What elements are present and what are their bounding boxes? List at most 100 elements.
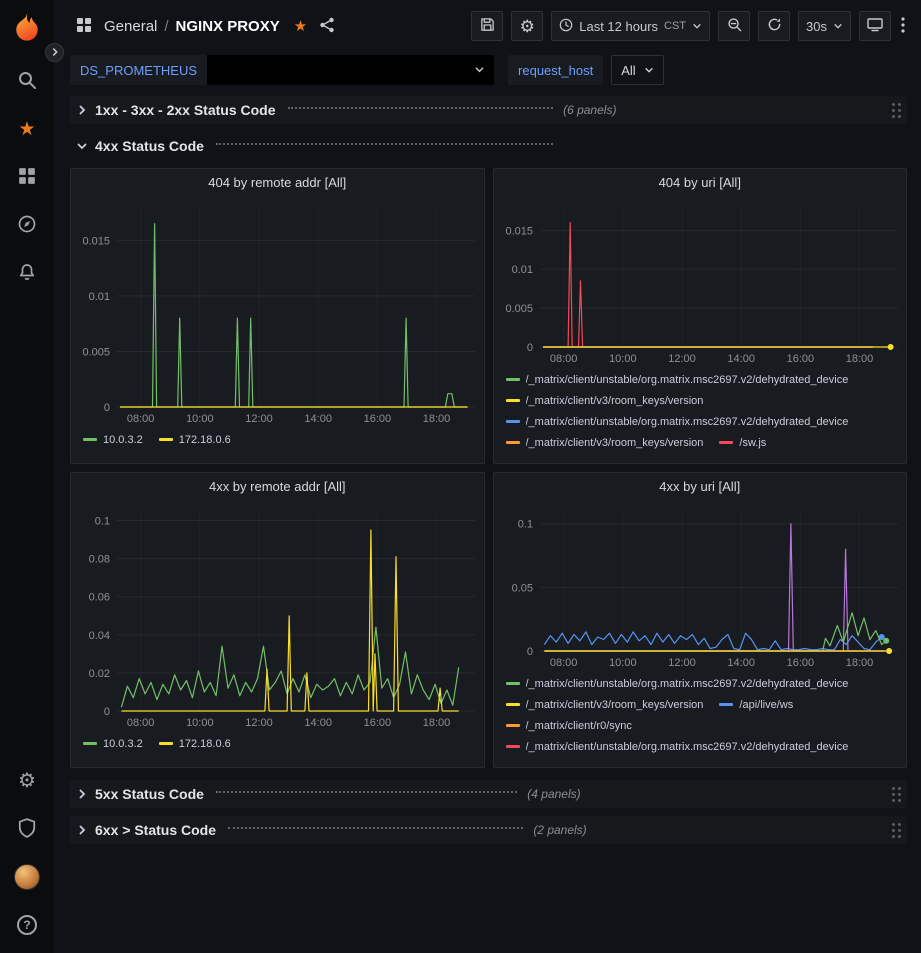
panel-title[interactable]: 4xx by uri [All] <box>494 473 907 501</box>
bell-icon <box>17 262 37 285</box>
legend-item[interactable]: 172.18.0.6 <box>159 429 231 450</box>
panel-title[interactable]: 404 by uri [All] <box>494 169 907 197</box>
legend-item[interactable]: /_matrix/client/r0/sync <box>506 715 632 736</box>
legend-label: 10.0.3.2 <box>103 434 143 446</box>
page-title[interactable]: NGINX PROXY <box>176 18 280 35</box>
svg-text:0.02: 0.02 <box>89 668 110 680</box>
time-range-picker[interactable]: Last 12 hours CST <box>551 11 710 41</box>
breadcrumb-section[interactable]: General <box>104 18 157 35</box>
legend-color-swatch <box>506 745 520 748</box>
sidebar: ★ ⚙ <box>0 0 54 953</box>
row-drag-handle[interactable] <box>892 787 901 802</box>
variables-submenu: DS_PROMETHEUS request_host All <box>54 52 921 88</box>
explore-nav-button[interactable] <box>7 205 47 245</box>
zoom-out-button[interactable] <box>718 11 750 41</box>
row-drag-handle[interactable] <box>892 823 901 838</box>
svg-text:12:00: 12:00 <box>668 353 696 365</box>
legend-label: 10.0.3.2 <box>103 738 143 750</box>
sidebar-expand-button[interactable] <box>45 43 64 62</box>
legend-item[interactable]: /_matrix/client/v3/room_keys/version <box>506 432 704 453</box>
timeseries-chart[interactable]: 00.0050.010.01508:0010:0012:0014:0016:00… <box>494 197 906 367</box>
timeseries-chart[interactable]: 00.050.108:0010:0012:0014:0016:0018:00 <box>494 501 906 671</box>
alerting-nav-button[interactable] <box>7 253 47 293</box>
cycle-view-button[interactable] <box>859 11 891 41</box>
legend-item[interactable]: /_matrix/client/v3/room_keys/version <box>506 694 704 715</box>
panel-title[interactable]: 404 by remote addr [All] <box>71 169 484 197</box>
row-title: 5xx Status Code <box>95 786 204 802</box>
legend-item[interactable]: /_matrix/client/unstable/org.matrix.msc2… <box>506 369 849 390</box>
row-header-1xx-3xx-2xx[interactable]: 1xx - 3xx - 2xx Status Code (6 panels) <box>70 96 907 124</box>
legend-item[interactable]: /api/live/ws <box>719 694 793 715</box>
row-panel-count: (6 panels) <box>563 103 616 117</box>
row-panel-count: (4 panels) <box>527 787 580 801</box>
svg-text:18:00: 18:00 <box>423 717 451 729</box>
legend-item[interactable]: /_matrix/client/unstable/org.matrix.msc2… <box>506 673 849 694</box>
breadcrumb: General / NGINX PROXY <box>104 18 280 35</box>
row-header-6xx[interactable]: 6xx > Status Code (2 panels) <box>70 816 907 844</box>
favorite-star-icon[interactable]: ★ <box>294 19 307 34</box>
row-header-5xx[interactable]: 5xx Status Code (4 panels) <box>70 780 907 808</box>
legend-item[interactable]: /_matrix/client/unstable/org.matrix.msc2… <box>506 411 849 432</box>
row-dots-filler <box>228 827 523 829</box>
legend-item[interactable]: /sw.js <box>719 432 766 453</box>
svg-text:12:00: 12:00 <box>245 413 273 425</box>
configuration-nav-button[interactable]: ⚙ <box>7 761 47 801</box>
refresh-button[interactable] <box>758 11 790 41</box>
timeseries-chart[interactable]: 00.0050.010.01508:0010:0012:0014:0016:00… <box>71 197 483 427</box>
svg-text:0: 0 <box>104 402 110 414</box>
request-host-variable-select[interactable]: All <box>611 55 663 85</box>
svg-text:08:00: 08:00 <box>127 717 155 729</box>
legend-item[interactable]: 172.18.0.6 <box>159 733 231 754</box>
svg-text:14:00: 14:00 <box>727 353 755 365</box>
search-nav-button[interactable] <box>7 61 47 101</box>
refresh-icon <box>767 17 782 35</box>
legend-color-swatch <box>719 441 733 444</box>
refresh-interval-picker[interactable]: 30s <box>798 11 851 41</box>
svg-text:18:00: 18:00 <box>423 413 451 425</box>
user-profile-button[interactable] <box>7 857 47 897</box>
avatar <box>14 864 40 890</box>
panel-title[interactable]: 4xx by remote addr [All] <box>71 473 484 501</box>
more-options-button[interactable] <box>899 15 907 38</box>
apps-grid-icon <box>76 17 92 36</box>
datasource-variable-select[interactable] <box>207 55 494 85</box>
row-title: 4xx Status Code <box>95 138 204 154</box>
svg-text:16:00: 16:00 <box>786 353 814 365</box>
help-nav-button[interactable]: ? <box>7 905 47 945</box>
server-admin-nav-button[interactable] <box>7 809 47 849</box>
legend-color-swatch <box>506 703 520 706</box>
shield-icon <box>18 818 36 841</box>
request-host-variable: request_host All <box>508 55 664 85</box>
timeseries-chart[interactable]: 00.020.040.060.080.108:0010:0012:0014:00… <box>71 501 483 731</box>
legend-label: /_matrix/client/v3/room_keys/version <box>526 437 704 449</box>
chevron-right-icon <box>50 45 60 60</box>
svg-text:14:00: 14:00 <box>304 717 332 729</box>
legend-label: /_matrix/client/unstable/org.matrix.msc2… <box>526 416 849 428</box>
svg-text:12:00: 12:00 <box>245 717 273 729</box>
share-button[interactable] <box>317 15 337 38</box>
row-panel-count: (2 panels) <box>533 823 586 837</box>
dashboards-nav-button[interactable] <box>7 157 47 197</box>
row-dots-filler <box>216 791 517 793</box>
legend-item[interactable]: 10.0.3.2 <box>83 733 143 754</box>
legend-item[interactable]: /_matrix/client/v3/room_keys/version <box>506 390 704 411</box>
row-drag-handle[interactable] <box>892 103 901 118</box>
legend-item[interactable]: /_matrix/client/unstable/org.matrix.msc2… <box>506 736 849 757</box>
legend-label: /_matrix/client/unstable/org.matrix.msc2… <box>526 678 849 690</box>
legend-item[interactable]: 10.0.3.2 <box>83 429 143 450</box>
timezone-label: CST <box>664 20 686 32</box>
svg-text:16:00: 16:00 <box>364 413 392 425</box>
svg-text:08:00: 08:00 <box>549 353 577 365</box>
svg-text:0.005: 0.005 <box>505 303 533 315</box>
save-dashboard-button[interactable] <box>471 11 503 41</box>
grafana-logo[interactable] <box>12 10 42 45</box>
apps-grid-button[interactable] <box>74 15 94 38</box>
dashboard: 1xx - 3xx - 2xx Status Code (6 panels) 4… <box>54 88 921 953</box>
legend-color-swatch <box>506 682 520 685</box>
starred-nav-button[interactable]: ★ <box>7 109 47 149</box>
dashboard-settings-button[interactable]: ⚙ <box>511 11 543 41</box>
legend-label: /_matrix/client/v3/room_keys/version <box>526 395 704 407</box>
kebab-menu-icon <box>901 17 905 36</box>
row-header-4xx[interactable]: 4xx Status Code <box>70 132 907 160</box>
legend-color-swatch <box>83 438 97 441</box>
